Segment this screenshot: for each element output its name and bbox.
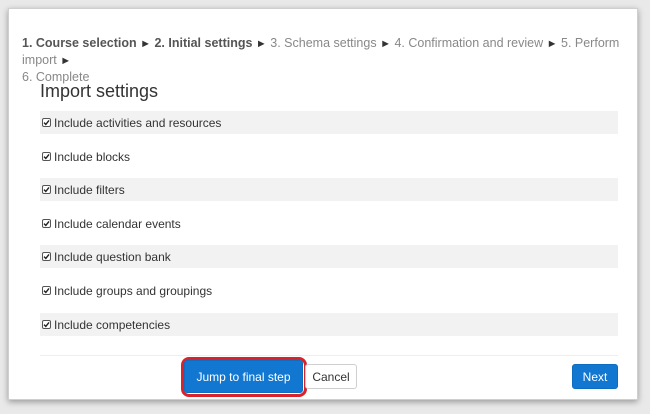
setting-row-question-bank[interactable]: Include question bank	[40, 245, 618, 268]
next-button[interactable]: Next	[572, 364, 618, 389]
page-title: Import settings	[40, 81, 159, 101]
setting-row-competencies[interactable]: Include competencies	[40, 313, 618, 336]
step-1: 1. Course selection	[22, 36, 137, 50]
step-separator: ►	[140, 38, 151, 50]
step-separator: ►	[546, 38, 558, 50]
checkbox-checked-icon[interactable]	[42, 152, 51, 161]
step-2: 2. Initial settings	[154, 36, 253, 50]
setting-label: Include question bank	[54, 249, 171, 264]
setting-row-groups[interactable]: Include groups and groupings	[40, 279, 618, 302]
checkbox-checked-icon[interactable]	[42, 118, 51, 127]
setting-label: Include groups and groupings	[54, 283, 213, 298]
setting-label: Include activities and resources	[54, 115, 222, 130]
progress-steps: 1. Course selection ► 2. Initial setting…	[22, 35, 622, 85]
step-separator: ►	[255, 38, 267, 50]
step-separator: ►	[380, 38, 391, 50]
jump-to-final-step-button[interactable]: Jump to final step	[184, 360, 303, 393]
step-4: 4. Confirmation and review	[394, 36, 544, 50]
setting-row-calendar[interactable]: Include calendar events	[40, 212, 618, 235]
checkbox-checked-icon[interactable]	[42, 320, 51, 329]
setting-row-blocks[interactable]: Include blocks	[40, 145, 618, 168]
cancel-button[interactable]: Cancel	[305, 364, 357, 389]
setting-label: Include calendar events	[54, 216, 181, 231]
step-separator: ►	[60, 55, 72, 67]
setting-row-activities[interactable]: Include activities and resources	[40, 111, 618, 134]
checkbox-checked-icon[interactable]	[42, 219, 51, 228]
setting-label: Include blocks	[54, 149, 131, 164]
setting-label: Include filters	[54, 182, 125, 197]
import-dialog: 1. Course selection ► 2. Initial setting…	[8, 8, 638, 400]
divider	[40, 355, 618, 356]
setting-row-filters[interactable]: Include filters	[40, 178, 618, 201]
checkbox-checked-icon[interactable]	[42, 252, 51, 261]
checkbox-checked-icon[interactable]	[42, 185, 51, 194]
checkbox-checked-icon[interactable]	[42, 286, 51, 295]
step-3: 3. Schema settings	[270, 36, 377, 50]
setting-label: Include competencies	[54, 317, 171, 332]
